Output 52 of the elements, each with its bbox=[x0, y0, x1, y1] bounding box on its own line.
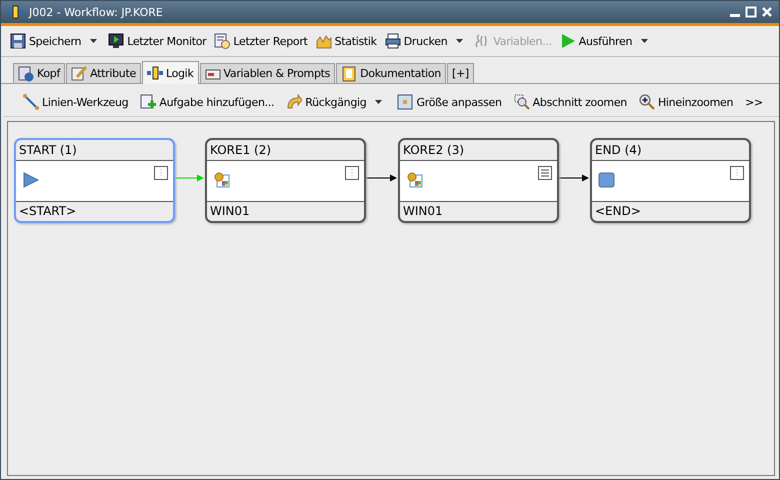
node-footer: <END> bbox=[592, 202, 749, 221]
workflow-icon bbox=[146, 65, 163, 81]
monitor-icon bbox=[108, 33, 124, 49]
fit-size-icon bbox=[397, 94, 414, 110]
zoom-selection-icon bbox=[514, 94, 530, 110]
toolbar-button[interactable]: Ausführen bbox=[556, 31, 654, 51]
window-title: J002 - Workflow: JP.KORE bbox=[29, 6, 164, 18]
toolbar-button[interactable]: Aufgabe hinzufügen... bbox=[136, 92, 278, 112]
line-tool-icon bbox=[23, 94, 39, 110]
app-icon bbox=[7, 4, 23, 20]
play-icon bbox=[560, 33, 576, 49]
area-chart-icon bbox=[316, 33, 332, 49]
toolbar-button[interactable]: Größe anpassen bbox=[393, 92, 506, 112]
toolbar-button[interactable]: Abschnitt zoomen bbox=[510, 92, 631, 112]
toolbar-button[interactable]: Speichern bbox=[7, 31, 104, 51]
tab[interactable]: Attribute bbox=[66, 63, 141, 83]
tab[interactable]: Variablen & Prompts bbox=[200, 63, 336, 83]
node-footer: WIN01 bbox=[400, 202, 557, 221]
document-plus-icon bbox=[140, 94, 156, 110]
tab[interactable]: [+] bbox=[446, 63, 474, 83]
toolbar-button[interactable]: Statistik bbox=[312, 31, 380, 51]
play-triangle-icon bbox=[22, 171, 40, 189]
node-footer: <START> bbox=[16, 202, 173, 221]
tab[interactable]: Kopf bbox=[13, 63, 66, 83]
square-icon bbox=[598, 171, 616, 189]
toolbar-button[interactable]: Rückgängig bbox=[282, 92, 390, 112]
toolbar-button[interactable]: >> bbox=[741, 94, 767, 110]
toolbar-button[interactable]: Hineinzoomen bbox=[634, 92, 738, 112]
task-node[interactable]: END (4) <END> bbox=[590, 138, 751, 223]
task-gear-icon bbox=[406, 171, 424, 189]
caret-icon[interactable] bbox=[375, 99, 384, 105]
caret-icon[interactable] bbox=[456, 38, 464, 44]
toolbar-button[interactable]: Linien-Werkzeug bbox=[19, 92, 132, 112]
toolbar-button[interactable]: Letzter Report bbox=[211, 31, 311, 51]
printer-icon bbox=[384, 33, 401, 49]
document-pencil-icon bbox=[71, 66, 88, 82]
node-footer: WIN01 bbox=[207, 202, 364, 221]
caret-icon[interactable] bbox=[641, 38, 650, 44]
zoom-in-icon bbox=[638, 94, 655, 110]
task-node[interactable]: START (1) <START> bbox=[14, 138, 175, 223]
task-gear-icon bbox=[213, 171, 231, 189]
close-icon[interactable] bbox=[761, 6, 773, 18]
toolbar-button[interactable]: Drucken bbox=[382, 31, 470, 51]
undo-icon bbox=[286, 94, 302, 110]
task-node[interactable]: KORE2 (3) WIN01 bbox=[398, 138, 559, 223]
caret-icon[interactable] bbox=[90, 38, 98, 44]
task-node[interactable]: KORE1 (2) WIN01 bbox=[205, 138, 366, 223]
maximize-icon[interactable] bbox=[745, 6, 757, 18]
tab[interactable]: Logik bbox=[142, 61, 199, 84]
book-icon bbox=[341, 66, 358, 82]
tab[interactable]: Dokumentation bbox=[336, 63, 446, 83]
toolbar-button[interactable]: Letzter Monitor bbox=[105, 31, 210, 51]
